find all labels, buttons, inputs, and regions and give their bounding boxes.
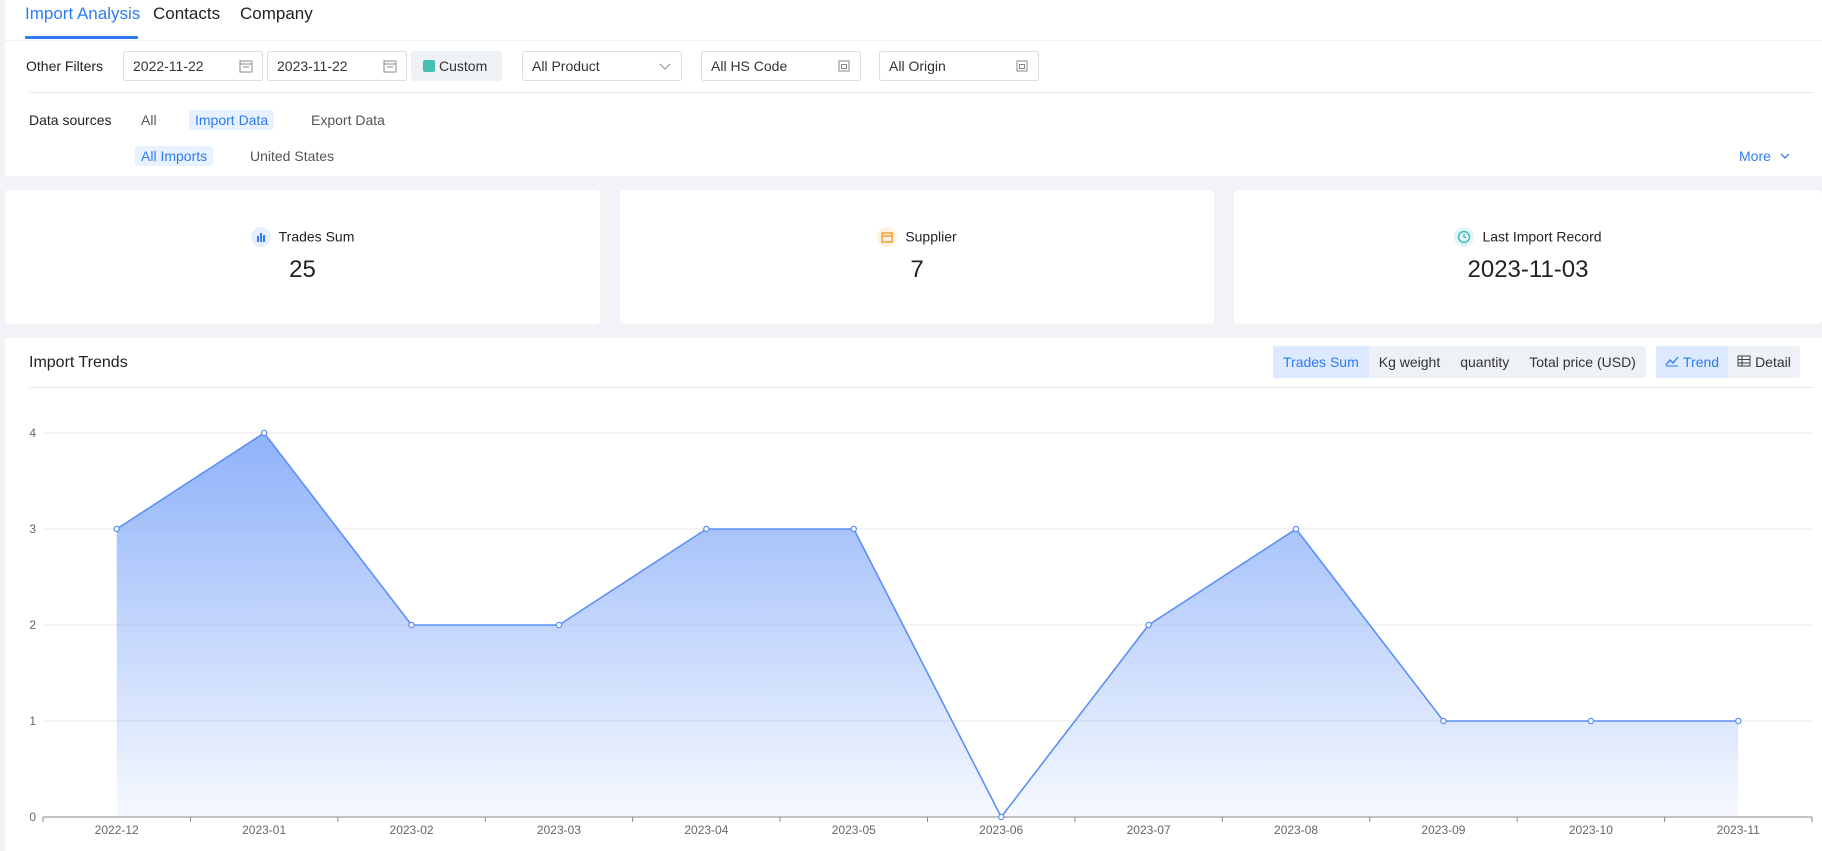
date-end-value: 2023-11-22 — [277, 58, 348, 74]
tab-import-analysis[interactable]: Import Analysis — [25, 4, 140, 24]
date-start-field[interactable]: 2022-11-22 — [123, 51, 263, 81]
data-point — [1145, 621, 1152, 629]
x-tick-label: 2023-03 — [537, 823, 581, 837]
copy-icon — [838, 60, 850, 72]
stat-label: Trades Sum — [278, 228, 355, 245]
stat-value: 2023-11-03 — [1467, 256, 1589, 283]
y-tick-label: 4 — [29, 426, 36, 440]
x-tick-label: 2023-11 — [1717, 823, 1760, 837]
stat-card-trades-sum: Trades Sum 25 — [5, 190, 600, 324]
stat-card-header: Supplier — [620, 227, 1214, 248]
data-point — [997, 813, 1005, 821]
sub-source-all-imports[interactable]: All Imports — [135, 146, 214, 166]
more-button[interactable]: More — [1739, 148, 1791, 164]
x-tick-label: 2023-08 — [1274, 823, 1318, 837]
stat-card-supplier: Supplier 7 — [620, 190, 1214, 324]
y-tick-label: 0 — [29, 810, 36, 824]
y-tick-label: 2 — [29, 618, 36, 632]
other-filters-label: Other Filters — [26, 58, 104, 74]
custom-label: Custom — [439, 58, 488, 74]
stat-value: 7 — [910, 256, 924, 283]
calendar-icon — [383, 60, 397, 73]
x-tick-label: 2023-02 — [390, 823, 434, 837]
data-point — [703, 525, 710, 533]
chevron-down-icon — [659, 63, 671, 70]
import-trends-chart: 0 1 2 3 4 2022-12 2023-01 2023-02 2023-03 2023-04… — [29, 426, 1813, 837]
filters-divider — [29, 92, 1812, 93]
hs-code-value: All HS Code — [711, 58, 788, 74]
origin-field[interactable]: All Origin — [879, 51, 1039, 81]
calendar-icon — [239, 60, 253, 73]
date-start-value: 2022-11-22 — [133, 58, 204, 74]
active-tab-indicator — [25, 36, 138, 39]
x-tick-label: 2023-10 — [1569, 823, 1613, 837]
stat-card-last-import: Last Import Record 2023-11-03 — [1234, 190, 1822, 324]
x-tick-label: 2023-07 — [1127, 823, 1171, 837]
other-filters-row: Other Filters 2022-11-22 2023-11-22 Cust… — [5, 48, 1822, 92]
y-tick-label: 1 — [29, 714, 36, 728]
data-point — [1440, 717, 1447, 725]
y-tick-label: 3 — [29, 522, 36, 536]
data-point — [555, 621, 563, 629]
filter-panel: Import Analysis Contacts Company Other F… — [5, 0, 1822, 176]
data-point — [408, 621, 415, 629]
main-tabs: Import Analysis Contacts Company — [5, 0, 1822, 41]
tab-company[interactable]: Company — [240, 4, 313, 24]
data-point — [1292, 525, 1300, 533]
custom-date-button[interactable]: Custom — [411, 51, 502, 81]
x-tick-label: 2023-04 — [684, 823, 728, 837]
x-tick-label: 2023-09 — [1421, 823, 1465, 837]
custom-range-icon — [423, 60, 435, 72]
x-tick-label: 2023-01 — [242, 823, 286, 837]
product-select[interactable]: All Product — [522, 51, 682, 81]
product-select-value: All Product — [532, 58, 600, 74]
source-export-data[interactable]: Export Data — [305, 110, 391, 130]
import-trends-panel: Import Trends Trades Sum Kg weight quant… — [5, 338, 1822, 851]
clock-icon — [1454, 227, 1475, 247]
bar-chart-icon — [250, 227, 271, 247]
date-end-field[interactable]: 2023-11-22 — [267, 51, 407, 81]
data-sources-label: Data sources — [29, 112, 112, 128]
x-tick-label: 2023-05 — [832, 823, 876, 837]
data-point — [1735, 717, 1742, 725]
x-tick-label: 2022-12 — [95, 823, 139, 837]
stat-value: 25 — [289, 256, 316, 283]
more-label: More — [1739, 148, 1771, 164]
data-point — [850, 525, 858, 533]
stat-label: Last Import Record — [1482, 228, 1602, 245]
stat-label: Supplier — [905, 228, 957, 245]
store-icon — [877, 227, 898, 247]
hs-code-field[interactable]: All HS Code — [701, 51, 861, 81]
sub-source-united-states[interactable]: United States — [244, 146, 340, 166]
source-import-data[interactable]: Import Data — [189, 110, 275, 130]
stat-card-header: Last Import Record — [1234, 227, 1822, 248]
origin-value: All Origin — [889, 58, 946, 74]
x-tick-label: 2023-06 — [979, 823, 1023, 837]
data-point — [1587, 717, 1595, 725]
data-point — [260, 429, 268, 437]
copy-icon — [1016, 60, 1028, 72]
chevron-down-icon — [1780, 153, 1790, 159]
data-point — [113, 525, 120, 533]
stat-card-header: Trades Sum — [5, 227, 600, 248]
source-all[interactable]: All — [135, 110, 163, 130]
tab-contacts[interactable]: Contacts — [153, 4, 220, 24]
